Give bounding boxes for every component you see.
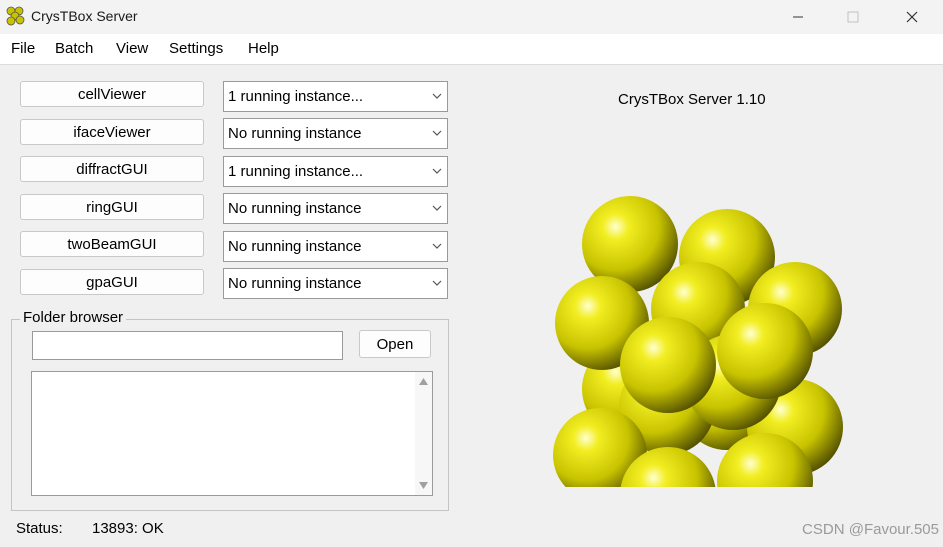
dropdown-value: 1 running instance... bbox=[228, 163, 364, 180]
gpagui-button[interactable]: gpaGUI bbox=[20, 269, 204, 295]
close-button[interactable] bbox=[889, 0, 935, 34]
diffractgui-button[interactable]: diffractGUI bbox=[20, 156, 204, 182]
dropdown-value: No running instance bbox=[228, 238, 362, 255]
ifaceviewer-button[interactable]: ifaceViewer bbox=[20, 119, 204, 145]
window-title: CrysTBox Server bbox=[31, 8, 138, 24]
dropdown-value: No running instance bbox=[228, 200, 362, 217]
chevron-down-icon bbox=[432, 205, 442, 211]
status-label: Status: bbox=[16, 520, 63, 537]
ifaceviewer-instances-dropdown[interactable]: No running instance bbox=[223, 118, 448, 149]
menu-view[interactable]: View bbox=[116, 40, 148, 57]
chevron-down-icon bbox=[432, 130, 442, 136]
atom-sphere bbox=[620, 317, 716, 413]
menu-batch[interactable]: Batch bbox=[55, 40, 93, 57]
diffractgui-instances-dropdown[interactable]: 1 running instance... bbox=[223, 156, 448, 187]
open-button[interactable]: Open bbox=[359, 330, 431, 358]
ringgui-button[interactable]: ringGUI bbox=[20, 194, 204, 220]
status-value: 13893: OK bbox=[92, 520, 164, 537]
crystal-structure-image bbox=[553, 196, 843, 487]
chevron-down-icon bbox=[432, 280, 442, 286]
server-version-title: CrysTBox Server 1.10 bbox=[618, 91, 766, 108]
menu-help[interactable]: Help bbox=[248, 40, 279, 57]
folder-browser-label: Folder browser bbox=[20, 309, 127, 326]
maximize-button[interactable] bbox=[830, 0, 876, 34]
atom-sphere bbox=[717, 303, 813, 399]
scrollbar[interactable] bbox=[415, 372, 432, 495]
crystal-logo-icon bbox=[6, 6, 25, 26]
main-panel: cellViewer ifaceViewer diffractGUI ringG… bbox=[0, 65, 943, 547]
cellviewer-instances-dropdown[interactable]: 1 running instance... bbox=[223, 81, 448, 112]
title-bar: CrysTBox Server bbox=[0, 0, 943, 34]
cellviewer-button[interactable]: cellViewer bbox=[20, 81, 204, 107]
dropdown-value: No running instance bbox=[228, 125, 362, 142]
menu-bar: File Batch View Settings Help bbox=[0, 34, 943, 65]
menu-file[interactable]: File bbox=[11, 40, 35, 57]
twobeamgui-instances-dropdown[interactable]: No running instance bbox=[223, 231, 448, 262]
menu-settings[interactable]: Settings bbox=[169, 40, 223, 57]
gpagui-instances-dropdown[interactable]: No running instance bbox=[223, 268, 448, 299]
close-icon bbox=[906, 11, 918, 23]
scroll-up-icon[interactable] bbox=[418, 377, 429, 386]
watermark: CSDN @Favour.505 bbox=[802, 521, 939, 538]
ringgui-instances-dropdown[interactable]: No running instance bbox=[223, 193, 448, 224]
minimize-icon bbox=[793, 16, 803, 18]
folder-contents-list[interactable] bbox=[31, 371, 433, 496]
maximize-icon bbox=[847, 11, 859, 23]
minimize-button[interactable] bbox=[775, 0, 821, 34]
twobeamgui-button[interactable]: twoBeamGUI bbox=[20, 231, 204, 257]
chevron-down-icon bbox=[432, 168, 442, 174]
scroll-down-icon[interactable] bbox=[418, 481, 429, 490]
chevron-down-icon bbox=[432, 93, 442, 99]
dropdown-value: 1 running instance... bbox=[228, 88, 364, 105]
chevron-down-icon bbox=[432, 243, 442, 249]
folder-path-input[interactable] bbox=[32, 331, 343, 360]
dropdown-value: No running instance bbox=[228, 275, 362, 292]
